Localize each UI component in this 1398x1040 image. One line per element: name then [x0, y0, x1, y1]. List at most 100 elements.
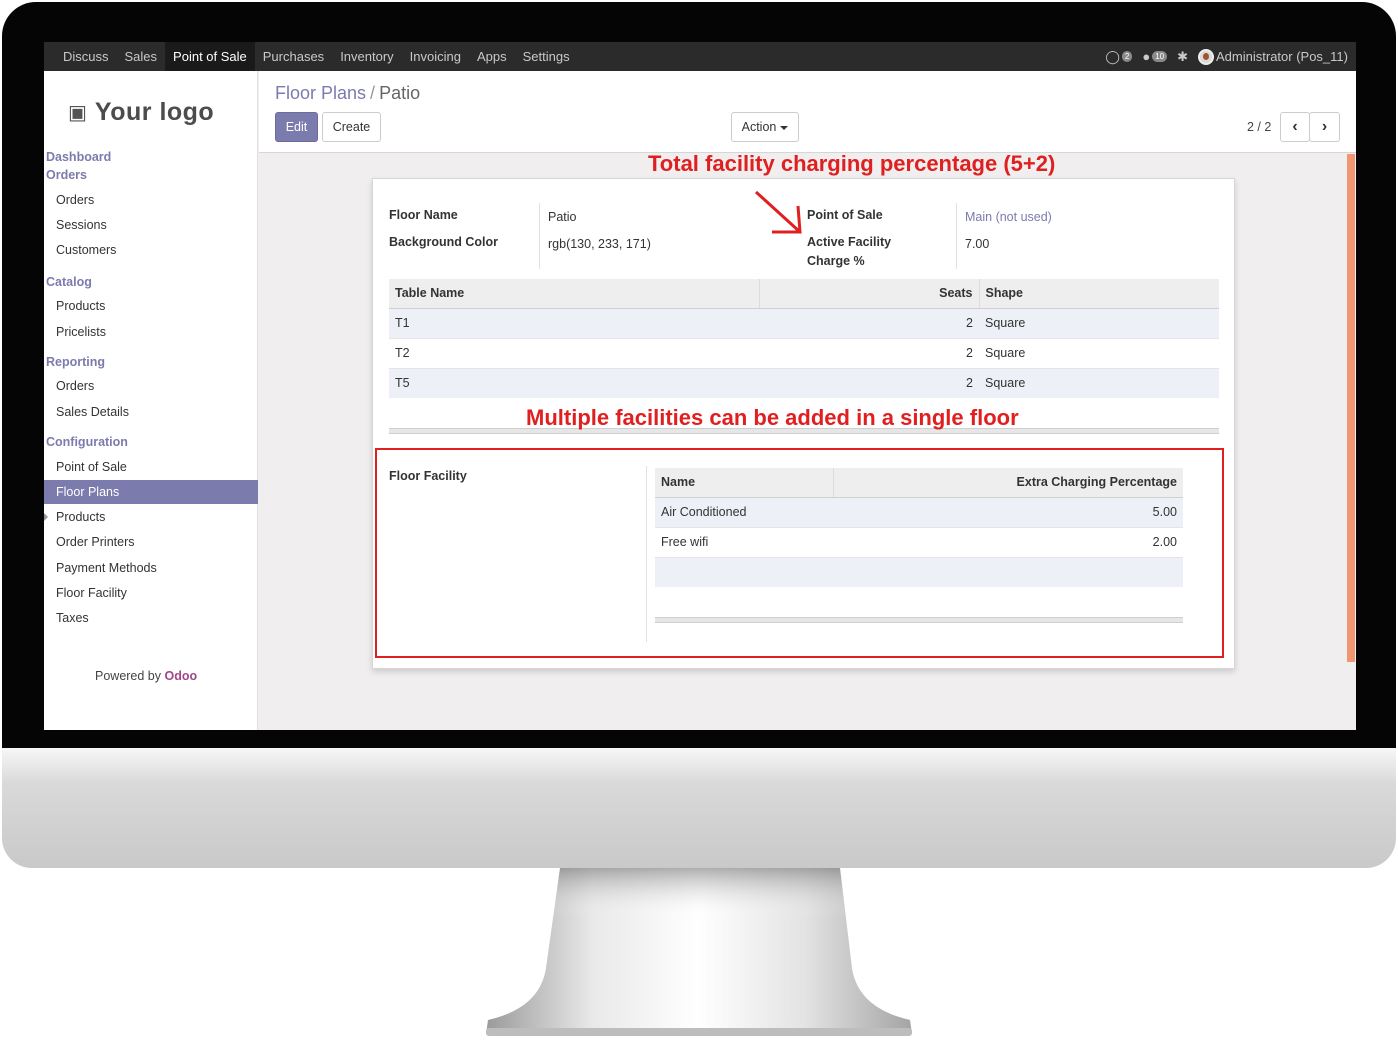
conversations-badge: 2 — [1121, 51, 1133, 62]
shape-cell: Square — [979, 307, 1219, 338]
pager-previous[interactable]: ‹ — [1280, 112, 1310, 142]
table-name-cell: T5 — [389, 367, 759, 398]
sidebar-item-config-products[interactable]: Products — [44, 505, 258, 529]
table-row[interactable]: T5 2 Square — [389, 367, 1219, 398]
powered-by: Powered by Odoo — [95, 669, 197, 683]
edit-button[interactable]: Edit — [275, 112, 318, 142]
sidebar-item-point-of-sale[interactable]: Point of Sale — [44, 455, 258, 479]
background-color-label: Background Color — [389, 235, 499, 249]
section-configuration[interactable]: Configuration — [46, 435, 128, 449]
sidebar-item-customers[interactable]: Customers — [44, 238, 258, 262]
charge-percent-label: Charge % — [807, 254, 865, 268]
sidebar-item-label: Products — [56, 510, 106, 524]
menu-sales[interactable]: Sales — [117, 42, 166, 71]
point-of-sale-link[interactable]: Main (not used) — [965, 210, 1052, 224]
messages-button[interactable]: ● 10 — [1142, 49, 1168, 64]
section-catalog[interactable]: Catalog — [46, 275, 92, 289]
debug-button[interactable]: ✱ — [1177, 49, 1188, 65]
monitor-frame: Discuss Sales Point of Sale Purchases In… — [0, 0, 1398, 1040]
odoo-link[interactable]: Odoo — [165, 669, 198, 683]
chevron-left-icon: ‹ — [1292, 118, 1298, 135]
powered-by-text: Powered by — [95, 669, 162, 683]
messages-badge: 10 — [1152, 51, 1168, 62]
table-row[interactable]: T2 2 Square — [389, 337, 1219, 368]
action-label: Action — [741, 120, 777, 134]
shape-cell: Square — [979, 337, 1219, 368]
monitor-chin — [2, 748, 1396, 868]
point-of-sale-label: Point of Sale — [807, 208, 883, 222]
control-panel: Floor Plans / Patio Edit Create Action 2 /… — [259, 71, 1356, 153]
conversations-button[interactable]: ◯ 2 — [1105, 48, 1133, 65]
sidebar-item-taxes[interactable]: Taxes — [44, 606, 258, 630]
menu-point-of-sale[interactable]: Point of Sale — [165, 42, 255, 71]
menu-inventory[interactable]: Inventory — [332, 42, 401, 71]
sidebar-item-payment-methods[interactable]: Payment Methods — [44, 556, 258, 580]
floor-name-label: Floor Name — [389, 208, 458, 222]
sidebar-item-report-orders[interactable]: Orders — [44, 374, 258, 398]
chat-icon: ◯ — [1105, 48, 1120, 64]
app-menu: Discuss Sales Point of Sale Purchases In… — [44, 42, 578, 71]
main-navbar: Discuss Sales Point of Sale Purchases In… — [44, 42, 1356, 71]
comments-icon: ● — [1142, 49, 1151, 64]
active-facility-value: 7.00 — [965, 237, 990, 251]
sidebar-item-products[interactable]: Products — [44, 294, 258, 318]
column-table-name[interactable]: Table Name — [389, 279, 760, 309]
action-dropdown[interactable]: Action — [731, 112, 799, 142]
caret-down-icon — [780, 125, 789, 130]
field-separator — [539, 203, 540, 269]
avatar — [1198, 48, 1215, 65]
menu-invoicing[interactable]: Invoicing — [402, 42, 469, 71]
camera-icon: ▣ — [68, 101, 87, 124]
sidebar-item-sessions[interactable]: Sessions — [44, 213, 258, 237]
chevron-right-icon: › — [1321, 118, 1328, 135]
scrollbar[interactable] — [1347, 154, 1355, 662]
floor-name-value: Patio — [548, 210, 577, 224]
sidebar-item-order-printers[interactable]: Order Printers — [44, 530, 258, 554]
create-button[interactable]: Create — [322, 112, 381, 142]
seats-cell: 2 — [759, 367, 979, 398]
sidebar-item-orders[interactable]: Orders — [44, 188, 258, 212]
menu-purchases[interactable]: Purchases — [255, 42, 332, 71]
section-reporting[interactable]: Reporting — [46, 355, 105, 369]
breadcrumb-current: Patio — [379, 83, 421, 103]
sidebar-item-sales-details[interactable]: Sales Details — [44, 400, 258, 424]
user-name: Administrator (Pos_11) — [1216, 49, 1348, 64]
pager-value: 2 / 2 — [1247, 120, 1272, 134]
table-name-cell: T1 — [389, 307, 759, 338]
annotation-multiple-facilities: Multiple facilities can be added in a si… — [526, 405, 1019, 430]
breadcrumb: Floor Plans / Patio — [275, 83, 420, 104]
background-color-value: rgb(130, 233, 171) — [548, 237, 651, 251]
user-menu[interactable]: Administrator (Pos_11) — [1198, 48, 1348, 65]
table-header-row: Table Name Seats Shape — [389, 279, 1219, 309]
caret-right-icon — [44, 513, 48, 521]
column-shape[interactable]: Shape — [979, 279, 1219, 309]
shape-cell: Square — [979, 367, 1219, 398]
bug-icon: ✱ — [1177, 48, 1189, 64]
breadcrumb-floor-plans[interactable]: Floor Plans — [275, 83, 366, 103]
field-separator — [956, 203, 957, 269]
annotation-arrow-icon — [754, 190, 802, 234]
annotation-total-charge: Total facility charging percentage (5+2) — [648, 151, 1056, 176]
sidebar-item-pricelists[interactable]: Pricelists — [44, 320, 258, 344]
sidebar-item-floor-facility[interactable]: Floor Facility — [44, 581, 258, 605]
logo-text: Your logo — [94, 97, 215, 126]
table-row[interactable]: T1 2 Square — [389, 307, 1219, 338]
active-facility-label: Active Facility — [807, 235, 892, 249]
breadcrumb-separator: / — [370, 83, 376, 103]
sidebar-item-dashboard[interactable]: Dashboard — [46, 150, 111, 164]
pager-next[interactable]: › — [1309, 112, 1340, 142]
screen: Discuss Sales Point of Sale Purchases In… — [44, 42, 1356, 730]
monitor-stand — [480, 868, 918, 1038]
column-seats[interactable]: Seats — [759, 279, 980, 309]
systray: ◯ 2 ● 10 ✱ Administrator (Pos_11) — [1105, 42, 1348, 71]
sidebar-item-floor-plans[interactable]: Floor Plans — [44, 480, 258, 504]
seats-cell: 2 — [759, 337, 979, 368]
menu-discuss[interactable]: Discuss — [55, 42, 117, 71]
sidebar: ▣ Your logo Dashboard Orders Orders Sess… — [44, 71, 258, 730]
menu-settings[interactable]: Settings — [515, 42, 578, 71]
annotation-highlight-box — [375, 448, 1224, 658]
menu-apps[interactable]: Apps — [469, 42, 515, 71]
section-orders[interactable]: Orders — [46, 168, 87, 182]
company-logo[interactable]: ▣ Your logo — [68, 91, 240, 133]
table-name-cell: T2 — [389, 337, 759, 368]
